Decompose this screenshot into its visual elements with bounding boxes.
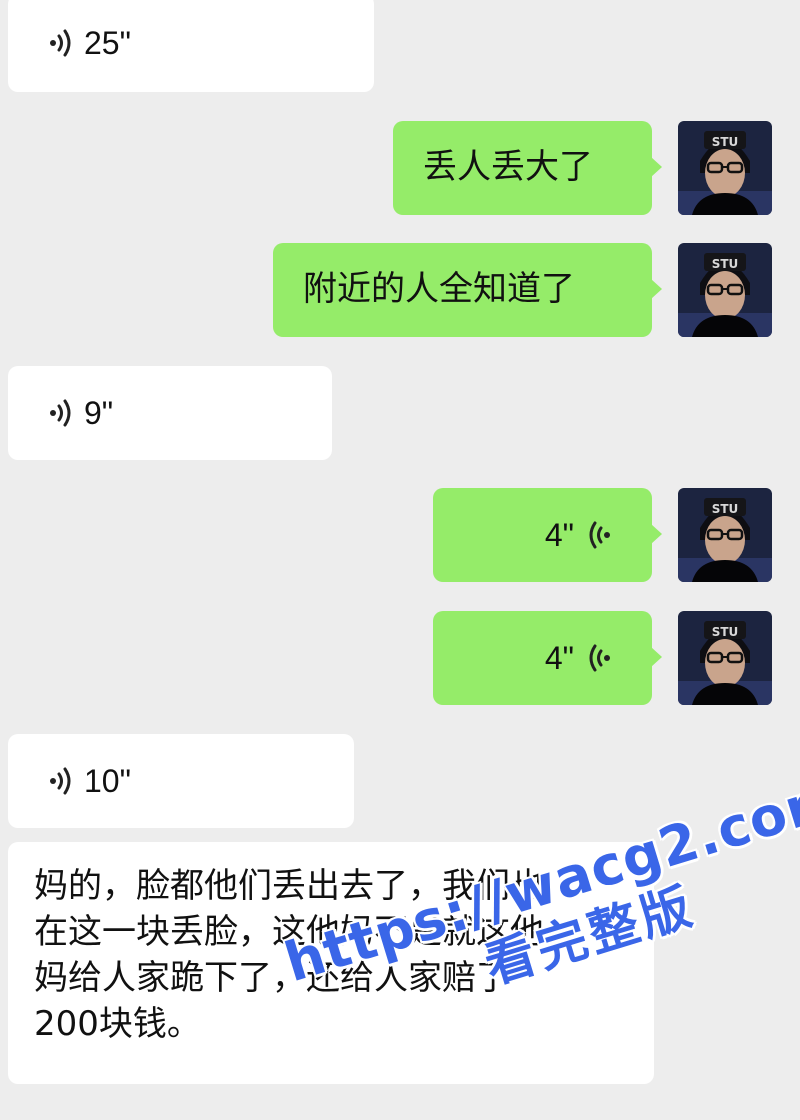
text-message-bubble[interactable]: 妈的，脸都他们丢出去了，我们也 在这一块丢脸，这他妈不是就这他 妈给人家跪下了，… [8,842,654,1084]
voice-wave-icon [50,399,71,427]
svg-text:STU: STU [712,135,739,149]
voice-message-bubble[interactable]: 25" [8,0,374,92]
message-text: 丢人丢大了 [423,147,593,187]
voice-wave-icon [50,29,71,57]
voice-message-bubble[interactable]: 4" [433,488,662,582]
voice-wave-icon [50,767,71,795]
voice-duration: 25" [84,24,131,61]
message-text-line: 妈给人家跪下了，还给人家赔了 [34,958,510,998]
svg-text:STU: STU [712,625,739,639]
user-avatar-image: STU [678,611,772,705]
svg-text:STU: STU [712,257,739,271]
voice-duration: 4" [544,516,574,553]
message-text-line: 在这一块丢脸，这他妈不是就这他 [34,912,544,952]
user-avatar-image: STU [678,121,772,215]
message-text-line: 200块钱。 [34,1004,201,1044]
avatar[interactable]: STU [678,121,772,215]
voice-wave-icon [589,521,610,549]
message-text: 附近的人全知道了 [303,269,575,309]
user-avatar-image: STU [678,488,772,582]
svg-text:STU: STU [712,502,739,516]
voice-message-bubble[interactable]: 10" [8,734,354,828]
text-message-bubble[interactable]: 附近的人全知道了 [273,243,662,337]
avatar[interactable]: STU [678,611,772,705]
avatar[interactable]: STU [678,488,772,582]
voice-duration: 9" [84,394,114,431]
voice-wave-icon [589,644,610,672]
user-avatar-image: STU [678,243,772,337]
text-message-bubble[interactable]: 丢人丢大了 [393,121,662,215]
voice-duration: 10" [84,762,131,799]
message-text-line: 妈的，脸都他们丢出去了，我们也 [34,866,544,906]
voice-message-bubble[interactable]: 9" [8,366,332,460]
avatar[interactable]: STU [678,243,772,337]
voice-duration: 4" [544,639,574,676]
voice-message-bubble[interactable]: 4" [433,611,662,705]
